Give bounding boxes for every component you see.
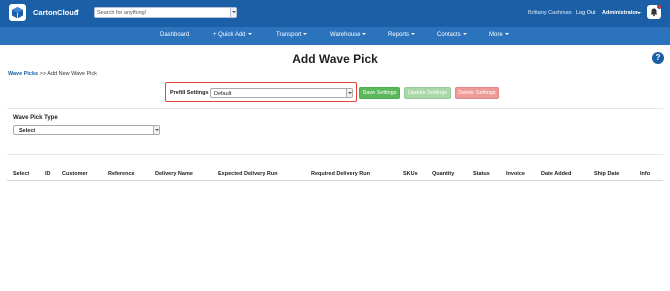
column-header-expected-delivery-run[interactable]: Expected Delivery Run [218, 171, 278, 177]
breadcrumb: Wave Picks >> Add New Wave Pick [8, 71, 97, 77]
column-header-select[interactable]: Select [13, 171, 29, 177]
divider [7, 154, 663, 155]
chevron-down-icon [504, 33, 509, 36]
column-header-delivery-name[interactable]: Delivery Name [155, 171, 193, 177]
column-header-date-added[interactable]: Date Added [541, 171, 571, 177]
nav-dashboard[interactable]: Dashboard [160, 32, 189, 38]
help-icon[interactable]: ? [652, 52, 664, 64]
column-header-info[interactable]: Info [640, 171, 650, 177]
wave-pick-type-value: Select [19, 127, 36, 134]
column-header-reference[interactable]: Reference [108, 171, 135, 177]
column-header-ship-date[interactable]: Ship Date [594, 171, 619, 177]
chevron-down-icon[interactable] [75, 10, 79, 13]
nav-label: Contacts [437, 32, 461, 38]
main-nav: Dashboard + Quick Add Transport Warehous… [0, 27, 670, 45]
cartoncloud-logo-icon[interactable] [9, 4, 26, 21]
brand-name[interactable]: CartonCloud [33, 8, 78, 17]
prefill-settings-select[interactable]: Default [210, 88, 353, 98]
logout-link[interactable]: Log Out [576, 10, 596, 16]
nav-label: Dashboard [160, 32, 190, 38]
wave-pick-type-select[interactable]: Select [13, 125, 160, 135]
wave-pick-type-label: Wave Pick Type [13, 115, 58, 121]
divider [7, 108, 663, 109]
nav-label: Transport [276, 32, 302, 38]
delete-settings-button[interactable]: Delete Settings [455, 87, 499, 99]
prefill-settings-value: Default [214, 90, 232, 97]
top-bar: CartonCloud Brittany Cashman Log Out Adm… [0, 0, 670, 27]
nav-contacts[interactable]: Contacts [437, 32, 467, 38]
table-header-divider [7, 180, 663, 181]
column-header-required-delivery-run[interactable]: Required Delivery Run [311, 171, 370, 177]
notification-badge [657, 4, 662, 9]
search-dropdown-icon[interactable] [230, 8, 236, 17]
chevron-down-icon [411, 33, 416, 36]
nav-label: + Quick Add [213, 32, 246, 38]
chevron-down-icon [153, 126, 159, 134]
chevron-down-icon [346, 89, 352, 97]
nav-transport[interactable]: Transport [276, 32, 308, 38]
user-name: Brittany Cashman [528, 10, 572, 16]
role-menu[interactable]: Administrator [602, 10, 638, 16]
breadcrumb-current: Add New Wave Pick [47, 71, 97, 77]
global-search[interactable] [94, 7, 237, 18]
column-header-quantity[interactable]: Quantity [432, 171, 454, 177]
chevron-down-icon [462, 33, 467, 36]
nav-quick-add[interactable]: + Quick Add [213, 32, 252, 38]
column-header-invoice[interactable]: Invoice [506, 171, 525, 177]
save-settings-button[interactable]: Save Settings [359, 87, 400, 99]
prefill-settings-label: Prefill Settings [170, 90, 209, 96]
nav-warehouse[interactable]: Warehouse [330, 32, 367, 38]
search-input[interactable] [97, 8, 229, 17]
chevron-down-icon [362, 33, 367, 36]
breadcrumb-separator: >> [39, 71, 47, 77]
column-header-customer[interactable]: Customer [62, 171, 88, 177]
chevron-down-icon[interactable] [637, 12, 641, 14]
breadcrumb-link-wave-picks[interactable]: Wave Picks [8, 71, 38, 77]
nav-reports[interactable]: Reports [388, 32, 416, 38]
column-header-skus[interactable]: SKUs [403, 171, 418, 177]
nav-label: Reports [388, 32, 410, 38]
update-settings-button[interactable]: Update Settings [404, 87, 451, 99]
nav-more[interactable]: More [489, 32, 509, 38]
chevron-down-icon [247, 33, 252, 36]
column-header-status[interactable]: Status [473, 171, 490, 177]
nav-label: Warehouse [330, 32, 361, 38]
chevron-down-icon [303, 33, 308, 36]
column-header-id[interactable]: ID [45, 171, 51, 177]
nav-label: More [489, 32, 503, 38]
page-title: Add Wave Pick [292, 52, 378, 66]
